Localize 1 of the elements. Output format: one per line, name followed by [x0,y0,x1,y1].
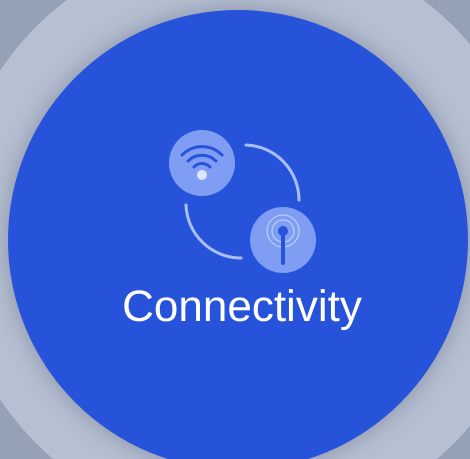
tile-title: Connectivity [122,285,362,329]
